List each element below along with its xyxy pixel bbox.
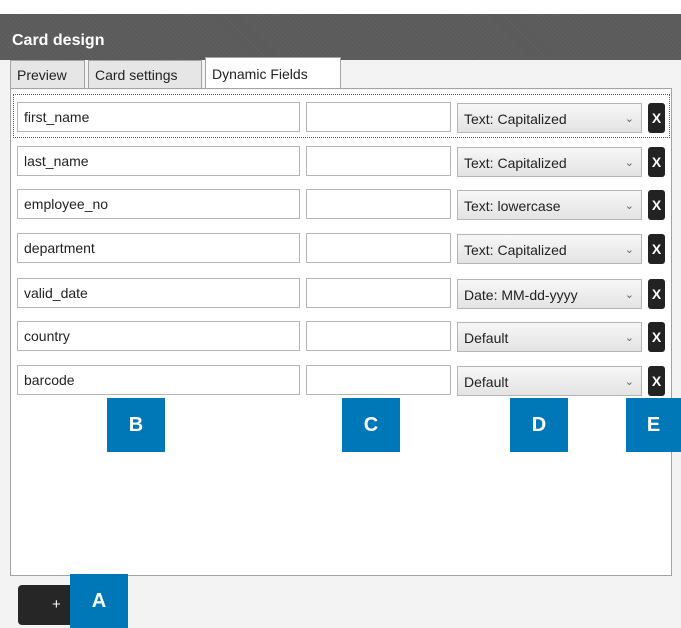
chevron-down-icon: ⌄ <box>624 332 634 344</box>
remove-field-button[interactable]: X <box>648 234 665 264</box>
window-title: Card design <box>12 32 105 49</box>
remove-field-button[interactable]: X <box>648 279 665 309</box>
chevron-down-icon: ⌄ <box>624 376 634 388</box>
field-alias-input[interactable] <box>306 189 451 219</box>
field-alias-input[interactable] <box>306 146 451 176</box>
field-alias-input[interactable] <box>306 102 451 132</box>
field-alias-input[interactable] <box>306 278 451 308</box>
field-name-input[interactable]: country <box>17 321 300 351</box>
format-select[interactable]: Default ⌄ <box>457 322 642 352</box>
format-select[interactable]: Text: Capitalized ⌄ <box>457 103 642 133</box>
field-alias-input[interactable] <box>306 233 451 263</box>
format-select-value: Text: Capitalized <box>464 242 567 258</box>
format-select[interactable]: Default ⌄ <box>457 366 642 396</box>
format-select-value: Text: Capitalized <box>464 111 567 127</box>
remove-field-button[interactable]: X <box>648 103 665 133</box>
format-select[interactable]: Text: lowercase ⌄ <box>457 190 642 220</box>
field-alias-input[interactable] <box>306 365 451 395</box>
plus-icon: + <box>52 596 61 613</box>
remove-field-button[interactable]: X <box>648 322 665 352</box>
tab-preview[interactable]: Preview <box>10 60 85 88</box>
format-select[interactable]: Text: Capitalized ⌄ <box>457 147 642 177</box>
chevron-down-icon: ⌄ <box>624 244 634 256</box>
chevron-down-icon: ⌄ <box>624 157 634 169</box>
field-alias-input[interactable] <box>306 321 451 351</box>
field-name-input[interactable]: department <box>17 233 300 263</box>
chevron-down-icon: ⌄ <box>624 289 634 301</box>
chevron-down-icon: ⌄ <box>624 113 634 125</box>
title-bar: Card design <box>0 14 681 60</box>
format-select-value: Date: MM-dd-yyyy <box>464 287 578 303</box>
tab-card-settings[interactable]: Card settings <box>88 60 202 88</box>
format-select-value: Text: Capitalized <box>464 155 567 171</box>
callout-a: A <box>70 574 128 628</box>
format-select[interactable]: Date: MM-dd-yyyy ⌄ <box>457 279 642 309</box>
format-select[interactable]: Text: Capitalized ⌄ <box>457 234 642 264</box>
field-name-input[interactable]: last_name <box>17 146 300 176</box>
format-select-value: Default <box>464 374 509 390</box>
field-name-input[interactable]: valid_date <box>17 278 300 308</box>
format-select-value: Default <box>464 330 509 346</box>
callout-e: E <box>626 398 681 452</box>
chevron-down-icon: ⌄ <box>624 200 634 212</box>
callout-c: C <box>342 398 400 452</box>
callout-b: B <box>107 398 165 452</box>
field-name-input[interactable]: first_name <box>17 102 300 132</box>
remove-field-button[interactable]: X <box>648 190 665 220</box>
remove-field-button[interactable]: X <box>648 366 665 396</box>
field-name-input[interactable]: barcode <box>17 365 300 395</box>
format-select-value: Text: lowercase <box>464 198 561 214</box>
callout-d: D <box>510 398 568 452</box>
field-name-input[interactable]: employee_no <box>17 189 300 219</box>
remove-field-button[interactable]: X <box>648 147 665 177</box>
tab-dynamic-fields[interactable]: Dynamic Fields <box>205 57 341 89</box>
